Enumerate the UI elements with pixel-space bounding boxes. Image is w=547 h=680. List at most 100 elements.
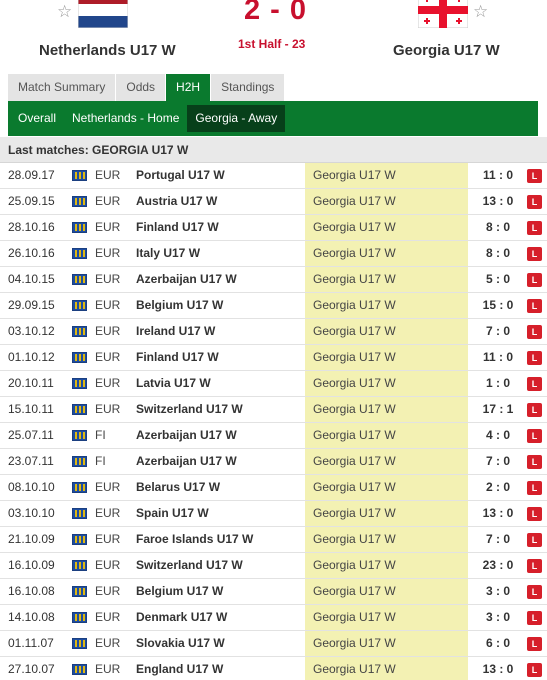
competition-label[interactable]: EUR: [95, 605, 120, 630]
competition-flag-icon: [72, 404, 87, 415]
loss-badge: L: [527, 325, 542, 339]
loss-badge: L: [527, 221, 542, 235]
match-date: 04.10.15: [8, 272, 55, 286]
competition-label[interactable]: EUR: [95, 397, 120, 422]
table-row[interactable]: 29.09.15 EUR Belgium U17 W Georgia U17 W 15 …: [0, 293, 547, 319]
table-row[interactable]: 01.11.07 EUR Slovakia U17 W Georgia U17 W 6 …: [0, 631, 547, 657]
away-team: Georgia U17 W: [313, 246, 396, 260]
match-date: 29.09.15: [8, 298, 55, 312]
main-tabs: Match Summary Odds H2H Standings: [8, 74, 285, 101]
home-team: Denmark U17 W: [136, 610, 228, 624]
competition-label[interactable]: EUR: [95, 553, 120, 578]
home-team: Azerbaijan U17 W: [136, 428, 237, 442]
table-row[interactable]: 26.10.16 EUR Italy U17 W Georgia U17 W 8 : 0…: [0, 241, 547, 267]
competition-label[interactable]: EUR: [95, 475, 120, 500]
competition-label[interactable]: EUR: [95, 631, 120, 656]
georgia-flag-icon: [418, 0, 468, 28]
competition-label[interactable]: EUR: [95, 163, 120, 188]
table-row[interactable]: 23.07.11 FI Azerbaijan U17 W Georgia U17 W 7…: [0, 449, 547, 475]
netherlands-flag-icon: [78, 0, 128, 28]
match-result: 13 : 0: [482, 194, 514, 208]
table-row[interactable]: 27.10.07 EUR England U17 W Georgia U17 W 13 …: [0, 657, 547, 680]
away-team: Georgia U17 W: [313, 506, 396, 520]
home-team: Finland U17 W: [136, 350, 219, 364]
competition-label[interactable]: EUR: [95, 501, 120, 526]
home-team-name[interactable]: Netherlands U17 W: [39, 42, 176, 59]
home-team: Latvia U17 W: [136, 376, 211, 390]
subtab-overall[interactable]: Overall: [10, 105, 64, 132]
table-row[interactable]: 25.09.15 EUR Austria U17 W Georgia U17 W 13 …: [0, 189, 547, 215]
subtab-away[interactable]: Georgia - Away: [187, 105, 286, 132]
away-team: Georgia U17 W: [313, 376, 396, 390]
table-row[interactable]: 16.10.09 EUR Switzerland U17 W Georgia U17 …: [0, 553, 547, 579]
loss-badge: L: [527, 533, 542, 547]
competition-flag-icon: [72, 456, 87, 467]
competition-label[interactable]: EUR: [95, 579, 120, 604]
competition-label[interactable]: EUR: [95, 267, 120, 292]
table-row[interactable]: 03.10.12 EUR Ireland U17 W Georgia U17 W 7 :…: [0, 319, 547, 345]
match-result: 3 : 0: [485, 610, 510, 624]
home-team: Italy U17 W: [136, 246, 201, 260]
home-team: Belgium U17 W: [136, 298, 224, 312]
favorite-star-icon[interactable]: ☆: [57, 2, 72, 22]
table-row[interactable]: 01.10.12 EUR Finland U17 W Georgia U17 W 11 …: [0, 345, 547, 371]
table-row[interactable]: 15.10.11 EUR Switzerland U17 W Georgia U17 …: [0, 397, 547, 423]
subtab-home[interactable]: Netherlands - Home: [64, 105, 187, 132]
matches-table: 28.09.17 EUR Portugal U17 W Georgia U17 W 11…: [0, 163, 547, 680]
competition-label[interactable]: FI: [95, 423, 106, 448]
away-team: Georgia U17 W: [313, 662, 396, 676]
match-result: 17 : 1: [482, 402, 514, 416]
tab-standings[interactable]: Standings: [211, 74, 285, 101]
competition-label[interactable]: EUR: [95, 657, 120, 680]
competition-flag-icon: [72, 664, 87, 675]
match-date: 25.07.11: [8, 428, 54, 442]
loss-badge: L: [527, 663, 542, 677]
table-row[interactable]: 16.10.08 EUR Belgium U17 W Georgia U17 W 3 :…: [0, 579, 547, 605]
competition-flag-icon: [72, 560, 87, 571]
away-team-name[interactable]: Georgia U17 W: [393, 42, 500, 59]
table-row[interactable]: 08.10.10 EUR Belarus U17 W Georgia U17 W 2 :…: [0, 475, 547, 501]
home-team: Finland U17 W: [136, 220, 219, 234]
loss-badge: L: [527, 403, 542, 417]
competition-label[interactable]: EUR: [95, 241, 120, 266]
away-team: Georgia U17 W: [313, 428, 396, 442]
competition-label[interactable]: FI: [95, 449, 106, 474]
competition-label[interactable]: EUR: [95, 527, 120, 552]
match-result: 8 : 0: [485, 220, 510, 234]
competition-label[interactable]: EUR: [95, 319, 120, 344]
away-team: Georgia U17 W: [313, 532, 396, 546]
home-team: Spain U17 W: [136, 506, 209, 520]
table-row[interactable]: 03.10.10 EUR Spain U17 W Georgia U17 W 13 : …: [0, 501, 547, 527]
competition-label[interactable]: EUR: [95, 189, 120, 214]
match-date: 16.10.09: [8, 558, 55, 572]
table-row[interactable]: 25.07.11 FI Azerbaijan U17 W Georgia U17 W 4…: [0, 423, 547, 449]
competition-flag-icon: [72, 586, 87, 597]
match-date: 15.10.11: [8, 402, 54, 416]
away-team: Georgia U17 W: [313, 402, 396, 416]
competition-flag-icon: [72, 326, 87, 337]
competition-flag-icon: [72, 430, 87, 441]
table-row[interactable]: 21.10.09 EUR Faroe Islands U17 W Georgia U1…: [0, 527, 547, 553]
match-result: 7 : 0: [485, 454, 510, 468]
tab-h2h[interactable]: H2H: [166, 74, 211, 101]
match-date: 03.10.10: [8, 506, 55, 520]
home-team: Ireland U17 W: [136, 324, 216, 338]
tab-odds[interactable]: Odds: [116, 74, 166, 101]
match-score: 2 - 0: [244, 0, 308, 26]
competition-label[interactable]: EUR: [95, 215, 120, 240]
home-team: Switzerland U17 W: [136, 402, 243, 416]
competition-label[interactable]: EUR: [95, 345, 120, 370]
competition-label[interactable]: EUR: [95, 293, 120, 318]
competition-label[interactable]: EUR: [95, 371, 120, 396]
home-team: Austria U17 W: [136, 194, 218, 208]
match-result: 2 : 0: [485, 480, 510, 494]
favorite-star-icon[interactable]: ☆: [473, 2, 488, 22]
match-result: 11 : 0: [482, 168, 514, 182]
table-row[interactable]: 14.10.08 EUR Denmark U17 W Georgia U17 W 3 :…: [0, 605, 547, 631]
table-row[interactable]: 28.09.17 EUR Portugal U17 W Georgia U17 W 11…: [0, 163, 547, 189]
table-row[interactable]: 28.10.16 EUR Finland U17 W Georgia U17 W 8 :…: [0, 215, 547, 241]
table-row[interactable]: 20.10.11 EUR Latvia U17 W Georgia U17 W 1 : …: [0, 371, 547, 397]
tab-match-summary[interactable]: Match Summary: [8, 74, 116, 101]
loss-badge: L: [527, 637, 542, 651]
table-row[interactable]: 04.10.15 EUR Azerbaijan U17 W Georgia U17 W…: [0, 267, 547, 293]
